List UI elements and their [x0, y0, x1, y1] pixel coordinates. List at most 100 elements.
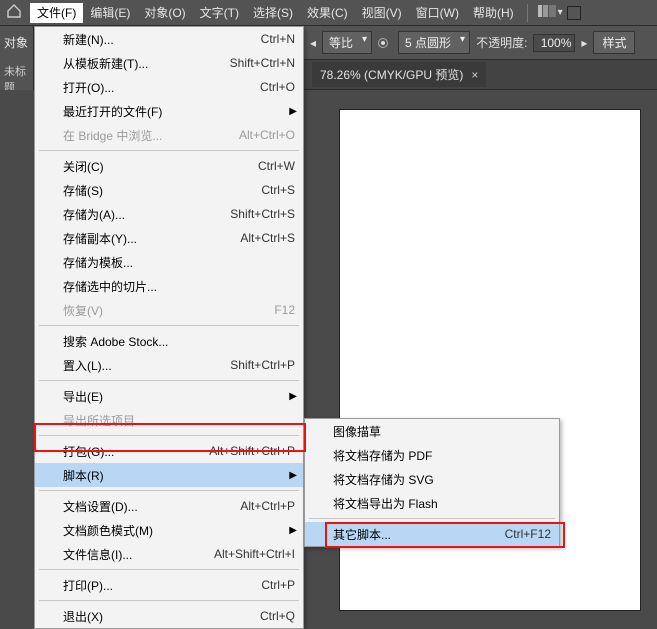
scripts-submenu-item-0[interactable]: 图像描草: [305, 419, 559, 443]
menubar-item-1[interactable]: 编辑(E): [83, 3, 137, 23]
file-menu-item-0[interactable]: 新建(N)...Ctrl+N: [35, 27, 303, 51]
file-menu-item-24[interactable]: 文档颜色模式(M)▶: [35, 518, 303, 542]
graphic-style-button[interactable]: 样式: [593, 31, 635, 54]
menu-item-label: 其它脚本...: [333, 526, 505, 543]
menu-item-label: 置入(L)...: [63, 357, 230, 374]
document-tab[interactable]: 78.26% (CMYK/GPU 预览) ×: [312, 62, 486, 87]
menu-item-label: 存储(S): [63, 182, 261, 199]
menu-item-label: 关闭(C): [63, 158, 258, 175]
menu-item-shortcut: Ctrl+O: [260, 80, 295, 94]
file-menu-separator: [39, 380, 299, 381]
menu-item-shortcut: Shift+Ctrl+P: [230, 358, 295, 372]
menu-item-label: 退出(X): [63, 608, 260, 625]
menu-item-label: 文件信息(I)...: [63, 546, 214, 563]
menu-item-shortcut: Ctrl+W: [258, 159, 295, 173]
menubar-item-8[interactable]: 帮助(H): [466, 3, 521, 23]
file-menu-item-29[interactable]: 退出(X)Ctrl+Q: [35, 604, 303, 628]
menu-item-shortcut: F12: [274, 303, 295, 317]
menu-item-label: 从模板新建(T)...: [63, 55, 230, 72]
menu-item-shortcut: Shift+Ctrl+S: [230, 207, 295, 221]
file-menu-separator: [39, 325, 299, 326]
file-menu-item-15[interactable]: 置入(L)...Shift+Ctrl+P: [35, 353, 303, 377]
menu-item-label: 最近打开的文件(F): [63, 103, 295, 120]
file-menu-item-1[interactable]: 从模板新建(T)...Shift+Ctrl+N: [35, 51, 303, 75]
file-menu-item-3[interactable]: 最近打开的文件(F)▶: [35, 99, 303, 123]
menu-item-shortcut: Shift+Ctrl+N: [230, 56, 295, 70]
file-menu-item-4: 在 Bridge 中浏览...Alt+Ctrl+O: [35, 123, 303, 147]
file-menu: 新建(N)...Ctrl+N从模板新建(T)...Shift+Ctrl+N打开(…: [34, 26, 304, 629]
file-menu-separator: [39, 490, 299, 491]
menu-item-shortcut: Alt+Shift+Ctrl+I: [214, 547, 295, 561]
file-menu-item-27[interactable]: 打印(P)...Ctrl+P: [35, 573, 303, 597]
menu-item-label: 恢复(V): [63, 302, 274, 319]
chevron-down-icon[interactable]: ▾: [558, 7, 563, 18]
menu-item-label: 搜索 Adobe Stock...: [63, 333, 295, 350]
submenu-arrow-icon: ▶: [289, 525, 297, 536]
file-menu-item-10[interactable]: 存储为模板...: [35, 250, 303, 274]
file-menu-item-18: 导出所选项目...: [35, 408, 303, 432]
menubar-divider: [527, 4, 528, 22]
stroke-profile-radio[interactable]: [378, 38, 388, 48]
chevron-left-icon[interactable]: ◂: [310, 36, 316, 50]
home-icon[interactable]: [6, 4, 26, 21]
scripts-submenu-item-2[interactable]: 将文档存储为 SVG: [305, 467, 559, 491]
menu-item-label: 在 Bridge 中浏览...: [63, 127, 239, 144]
opacity-label: 不透明度:: [476, 34, 527, 51]
chevron-right-icon[interactable]: ▸: [581, 36, 587, 50]
menu-item-shortcut: Ctrl+P: [261, 578, 295, 592]
menubar-item-3[interactable]: 文字(T): [193, 3, 246, 23]
file-menu-item-9[interactable]: 存储副本(Y)...Alt+Ctrl+S: [35, 226, 303, 250]
fill-swatch[interactable]: [567, 6, 581, 20]
menubar-item-4[interactable]: 选择(S): [246, 3, 300, 23]
close-icon[interactable]: ×: [471, 68, 478, 82]
left-strip-label-1: 对象: [0, 26, 33, 59]
menu-item-shortcut: Alt+Ctrl+O: [239, 128, 295, 142]
file-menu-item-20[interactable]: 打包(G)...Alt+Shift+Ctrl+P: [35, 439, 303, 463]
file-menu-item-23[interactable]: 文档设置(D)...Alt+Ctrl+P: [35, 494, 303, 518]
menu-item-label: 文档颜色模式(M): [63, 522, 295, 539]
submenu-arrow-icon: ▶: [289, 470, 297, 481]
scale-mode-select[interactable]: 等比: [322, 31, 372, 54]
menubar-item-6[interactable]: 视图(V): [355, 3, 409, 23]
menu-item-shortcut: Alt+Ctrl+S: [240, 231, 295, 245]
file-menu-item-6[interactable]: 关闭(C)Ctrl+W: [35, 154, 303, 178]
file-menu-item-25[interactable]: 文件信息(I)...Alt+Shift+Ctrl+I: [35, 542, 303, 566]
file-menu-item-21[interactable]: 脚本(R)▶: [35, 463, 303, 487]
file-menu-item-8[interactable]: 存储为(A)...Shift+Ctrl+S: [35, 202, 303, 226]
menu-item-label: 图像描草: [333, 423, 551, 440]
file-menu-item-14[interactable]: 搜索 Adobe Stock...: [35, 329, 303, 353]
file-menu-separator: [39, 150, 299, 151]
menu-item-label: 脚本(R): [63, 467, 295, 484]
menu-item-shortcut: Ctrl+Q: [260, 609, 295, 623]
file-menu-separator: [39, 435, 299, 436]
scripts-submenu: 图像描草将文档存储为 PDF 将文档存储为 SVG 将文档导出为 Flash 其它脚本…: [304, 418, 560, 547]
scripts-submenu-item-3[interactable]: 将文档导出为 Flash: [305, 491, 559, 515]
file-menu-item-11[interactable]: 存储选中的切片...: [35, 274, 303, 298]
menu-item-label: 将文档存储为 SVG: [333, 471, 551, 488]
scripts-submenu-item-1[interactable]: 将文档存储为 PDF: [305, 443, 559, 467]
menu-item-label: 打印(P)...: [63, 577, 261, 594]
file-menu-separator: [39, 600, 299, 601]
menubar: 文件(F)编辑(E)对象(O)文字(T)选择(S)效果(C)视图(V)窗口(W)…: [0, 0, 657, 26]
file-menu-item-17[interactable]: 导出(E)▶: [35, 384, 303, 408]
menu-item-shortcut: Ctrl+F12: [505, 527, 551, 541]
menu-item-shortcut: Alt+Ctrl+P: [240, 499, 295, 513]
file-menu-item-7[interactable]: 存储(S)Ctrl+S: [35, 178, 303, 202]
opacity-input[interactable]: 100%: [533, 34, 575, 52]
menu-item-label: 存储为(A)...: [63, 206, 230, 223]
menubar-item-7[interactable]: 窗口(W): [409, 3, 466, 23]
menubar-item-2[interactable]: 对象(O): [137, 3, 192, 23]
menu-item-label: 新建(N)...: [63, 31, 261, 48]
options-toolbar: ◂ 等比 5 点圆形 不透明度: 100% ▸ 样式: [304, 26, 657, 60]
menu-item-label: 导出所选项目...: [63, 412, 295, 429]
menu-item-label: 将文档导出为 Flash: [333, 495, 551, 512]
file-menu-item-12: 恢复(V)F12: [35, 298, 303, 322]
document-tab-title: 78.26% (CMYK/GPU 预览): [320, 66, 463, 83]
file-menu-item-2[interactable]: 打开(O)...Ctrl+O: [35, 75, 303, 99]
scripts-submenu-item-5[interactable]: 其它脚本...Ctrl+F12: [305, 522, 559, 546]
menu-item-label: 打包(G)...: [63, 443, 209, 460]
stroke-profile-select[interactable]: 5 点圆形: [398, 31, 470, 54]
menubar-item-0[interactable]: 文件(F): [30, 3, 83, 23]
menubar-item-5[interactable]: 效果(C): [300, 3, 355, 23]
workspace-switcher-icon[interactable]: [538, 5, 556, 20]
